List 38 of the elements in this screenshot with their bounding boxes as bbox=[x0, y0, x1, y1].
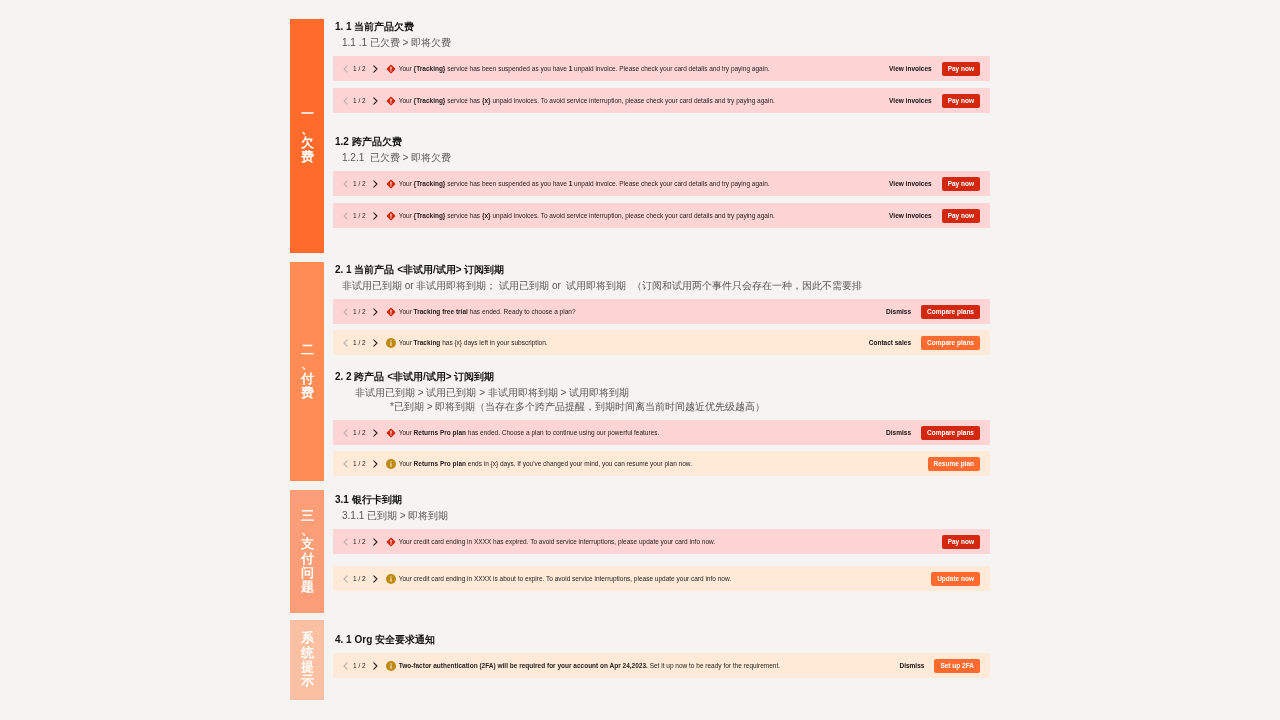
alert-diamond-icon bbox=[385, 427, 396, 438]
note-text: 1.1 .1 已欠费 > 即将欠费 bbox=[342, 36, 452, 50]
note-text: 3.1.1 已到期 > 即将到期 bbox=[342, 509, 449, 523]
chevron-right-icon[interactable] bbox=[372, 338, 378, 347]
section-label: 三、支付问题 bbox=[300, 508, 314, 595]
chevron-right-icon[interactable] bbox=[372, 459, 378, 468]
alert-diamond-icon bbox=[385, 178, 396, 189]
chevron-right-icon[interactable] bbox=[372, 307, 378, 316]
note-text: 非试用已到期 or 非试用即将到期； 试用已到期 or 试用即将到期 （订阅和试用两个事件只会存在一种，因此不需要排 bbox=[342, 279, 862, 293]
info-circle-icon bbox=[385, 573, 396, 584]
chevron-right-icon[interactable] bbox=[372, 574, 378, 583]
chevron-right-icon[interactable] bbox=[372, 211, 378, 220]
section-heading: 3.1 银行卡到期 bbox=[334, 493, 402, 507]
section-heading: 1. 1 当前产品欠费 bbox=[334, 20, 415, 34]
note-text: 非试用已到期 > 试用已到期 > 非试用即将到期 > 试用即将到期 bbox=[355, 386, 630, 400]
alert-diamond-icon bbox=[385, 63, 396, 74]
alert-diamond-icon bbox=[385, 95, 396, 106]
section-heading: 2. 2 跨产品 <非试用/试用> 订阅到期 bbox=[334, 370, 495, 384]
chevron-right-icon[interactable] bbox=[372, 64, 378, 73]
chevron-right-icon[interactable] bbox=[372, 179, 378, 188]
info-circle-icon bbox=[385, 458, 396, 469]
info-circle-icon bbox=[385, 660, 396, 671]
section-heading: 1.2 跨产品欠费 bbox=[334, 135, 402, 149]
alert-diamond-icon bbox=[385, 306, 396, 317]
section-label: 系统提示 bbox=[300, 631, 314, 689]
chevron-right-icon[interactable] bbox=[372, 537, 378, 546]
chevron-right-icon[interactable] bbox=[372, 96, 378, 105]
chevron-right-icon[interactable] bbox=[372, 428, 378, 437]
section-label: 一、欠费 bbox=[300, 107, 314, 165]
note-text: 1.2.1 已欠费 > 即将欠费 bbox=[342, 151, 452, 165]
alert-diamond-icon bbox=[385, 210, 396, 221]
section-label: 二、付费 bbox=[300, 342, 314, 401]
section-heading: 4. 1 Org 安全要求通知 bbox=[334, 633, 435, 647]
chevron-right-icon[interactable] bbox=[372, 661, 378, 670]
note-text: *已到期 > 即将到期（当存在多个跨产品提醒，到期时间离当前时间越近优先级越高） bbox=[390, 400, 766, 414]
info-circle-icon bbox=[385, 337, 396, 348]
alert-diamond-icon bbox=[385, 536, 396, 547]
section-heading: 2. 1 当前产品 <非试用/试用> 订阅到期 bbox=[334, 263, 505, 277]
